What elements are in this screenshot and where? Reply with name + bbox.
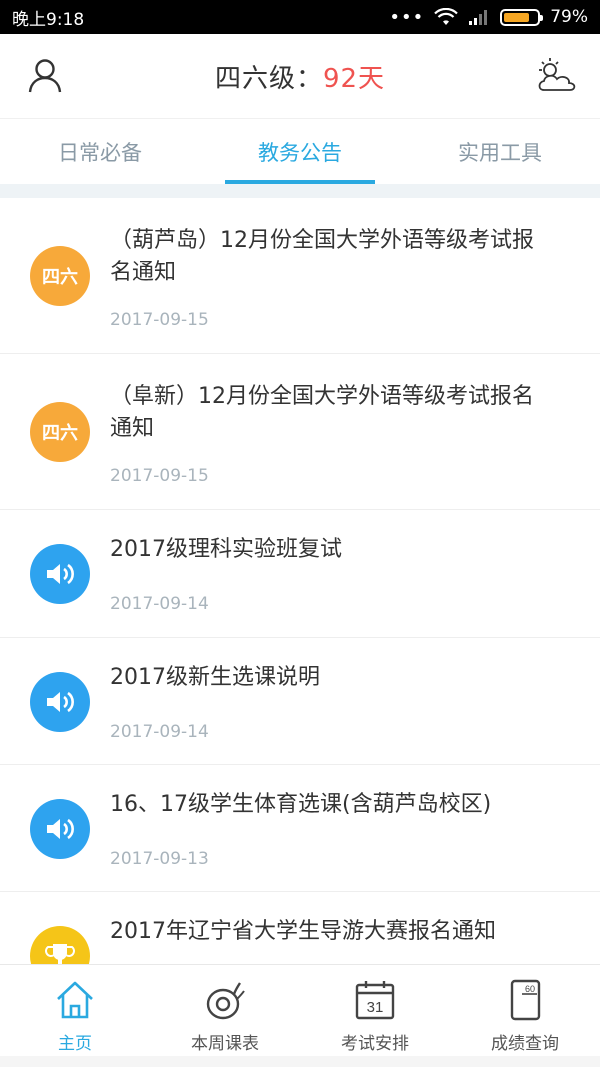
nav-label: 成绩查询 [491,1034,559,1054]
countdown-days: 92天 [322,63,386,94]
nav-label: 考试安排 [341,1034,409,1054]
battery-icon [500,8,544,26]
nav-weekly-schedule[interactable]: 本周课表 [150,965,300,1056]
cet-badge-icon: 四六 [30,246,90,306]
list-item[interactable]: 四六 （阜新）12月份全国大学外语等级考试报名通知 2017-09-15 [0,354,600,510]
tab-academic-notices[interactable]: 教务公告 [200,119,400,184]
status-bar: 晚上9:18 ••• 79% [0,0,600,34]
nav-label: 主页 [58,1034,92,1054]
app-header: 四六级：92天 [0,34,600,118]
cet-badge-icon: 四六 [30,402,90,462]
notice-title: 2017年辽宁省大学生导游大赛报名通知 [110,919,496,944]
trophy-icon [30,926,90,964]
speaker-icon [30,672,90,732]
user-icon[interactable] [28,58,62,94]
nav-footer-strip [0,1056,600,1067]
list-item[interactable]: 四六 （葫芦岛）12月份全国大学外语等级考试报名通知 2017-09-15 [0,198,600,354]
tab-practical-tools[interactable]: 实用工具 [400,119,600,184]
tab-daily-essentials[interactable]: 日常必备 [0,119,200,184]
nav-home[interactable]: 主页 [0,965,150,1056]
badge-text: 四六 [42,267,78,288]
notice-list[interactable]: 四六 （葫芦岛）12月份全国大学外语等级考试报名通知 2017-09-15 四六… [0,198,600,964]
notice-date: 2017-09-13 [110,849,209,869]
nav-exam-schedule[interactable]: 31 考试安排 [300,965,450,1056]
notice-date: 2017-09-14 [110,594,209,614]
nav-label: 本周课表 [191,1034,259,1054]
calendar-day-number: 31 [367,999,384,1016]
battery-percent: 79% [550,7,588,27]
countdown-label: 四六级： [214,63,323,94]
notice-title: （葫芦岛）12月份全国大学外语等级考试报名通知 [110,228,534,285]
tab-label: 日常必备 [58,140,142,165]
calendar-icon: 31 [355,981,395,1020]
notice-title: 16、17级学生体育选课(含葫芦岛校区) [110,792,492,817]
tab-bar: 日常必备 教务公告 实用工具 [0,118,600,184]
nav-grade-query[interactable]: 60 成绩查询 [450,965,600,1056]
notice-date: 2017-09-15 [110,466,209,486]
notice-title: （阜新）12月份全国大学外语等级考试报名通知 [110,384,534,441]
bottom-navigation: 主页 本周课表 31 考试安排 60 成绩查询 [0,964,600,1056]
signal-icon [469,10,488,25]
list-item[interactable]: 2017级新生选课说明 2017-09-14 [0,638,600,765]
notice-title: 2017级新生选课说明 [110,665,320,690]
score-card-number: 60 [525,984,535,994]
tab-label: 实用工具 [458,140,542,165]
status-time: 晚上9:18 [12,9,85,30]
list-item[interactable]: 2017级理科实验班复试 2017-09-14 [0,510,600,638]
more-dots-icon: ••• [389,6,425,28]
section-divider [0,184,600,198]
tab-label: 教务公告 [258,140,342,165]
notice-date: 2017-09-14 [110,722,209,742]
wifi-icon [434,8,458,25]
score-card-icon: 60 [510,979,541,1021]
battery-fill [504,12,530,22]
weather-icon[interactable] [534,56,578,96]
exam-countdown-title: 四六级：92天 [215,58,385,95]
notice-date: 2017-09-15 [110,310,209,330]
speaker-icon [30,799,90,859]
speaker-icon [30,544,90,604]
home-icon [57,981,93,1019]
list-item[interactable]: 2017年辽宁省大学生导游大赛报名通知 [0,892,600,964]
badge-text: 四六 [42,423,78,444]
status-icons: ••• 79% [389,7,588,28]
notice-title: 2017级理科实验班复试 [110,537,342,562]
list-item[interactable]: 16、17级学生体育选课(含葫芦岛校区) 2017-09-13 [0,765,600,892]
schedule-icon [206,982,245,1020]
